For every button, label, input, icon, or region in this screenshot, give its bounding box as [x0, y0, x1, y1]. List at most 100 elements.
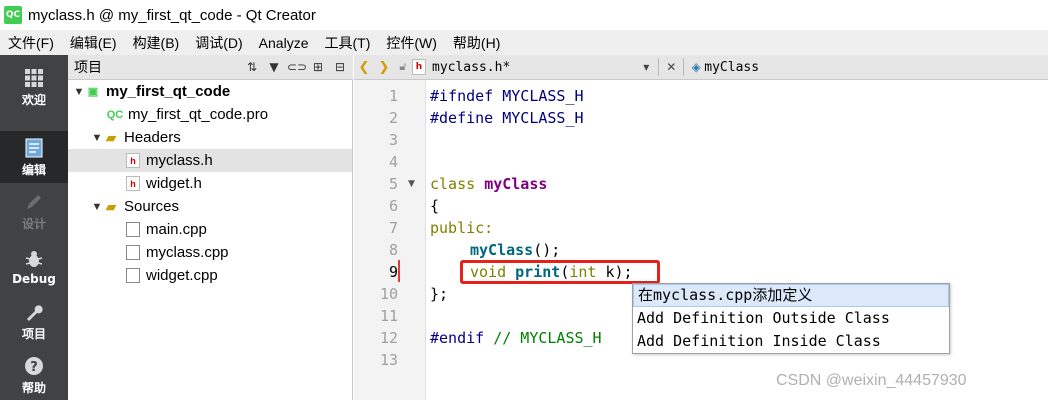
code-line-7: public:: [430, 219, 494, 237]
code-line-2: #define MYCLASS_H: [430, 107, 584, 129]
editor-toolbar: ❮ ❯ 🔓︎ h myclass.h* ▾ ✕ ◈ myClass: [354, 55, 1048, 80]
menu-file[interactable]: 文件(F): [0, 33, 62, 53]
tree-item-label: Headers: [124, 129, 181, 146]
menu-bar: 文件(F) 编辑(E) 构建(B) 调试(D) Analyze 工具(T) 控件…: [0, 30, 1048, 55]
mode-projects[interactable]: 项目: [0, 295, 68, 347]
tree-item-label: myclass.h: [146, 152, 213, 169]
mode-label: 欢迎: [21, 92, 46, 107]
cpp-file-icon: [126, 268, 140, 283]
pencil-icon: [23, 191, 45, 213]
expand-arrow-icon[interactable]: ▼: [90, 201, 104, 213]
edit-doc-icon: [23, 137, 45, 159]
tree-item-label: widget.cpp: [146, 267, 218, 284]
line-number: 5: [388, 175, 398, 193]
line-number-current: 9: [388, 263, 398, 281]
line-number: 13: [379, 351, 398, 369]
tree-item-myclass-cpp[interactable]: myclass.cpp: [126, 241, 346, 264]
tree-item-label: my_first_qt_code.pro: [128, 106, 269, 123]
code-line-8: myClass();: [470, 239, 560, 261]
tree-item-label: main.cpp: [146, 221, 207, 238]
mode-label: 帮助: [21, 380, 46, 395]
modified-line-marker: [398, 260, 400, 282]
expand-arrow-icon[interactable]: ▼: [90, 132, 104, 144]
close-pane-icon[interactable]: ⊟: [331, 60, 349, 74]
code-token: MYCLASS_H: [493, 109, 584, 127]
fold-arrow-icon[interactable]: ▼: [408, 173, 415, 195]
tree-item-widget-cpp[interactable]: widget.cpp: [126, 264, 346, 287]
mode-welcome[interactable]: 欢迎: [0, 61, 68, 113]
tree-item-label: myclass.cpp: [146, 244, 229, 261]
wrench-icon: [23, 301, 45, 323]
mode-design[interactable]: 设计: [0, 185, 68, 237]
folder-icon: ▰: [106, 129, 116, 145]
annotation-highlight-box: [460, 260, 660, 284]
back-arrow-icon[interactable]: ❮: [354, 60, 374, 75]
folder-icon: ▰: [106, 198, 116, 214]
symbol-selector[interactable]: myClass: [704, 60, 759, 75]
line-number: 4: [388, 153, 398, 171]
tree-item-widget-h[interactable]: h widget.h: [126, 172, 346, 195]
tree-item-myclass-h[interactable]: h myclass.h: [68, 149, 352, 172]
menu-analyze[interactable]: Analyze: [251, 35, 317, 51]
line-number: 12: [379, 329, 398, 347]
toolbar-separator: [683, 58, 685, 76]
line-number: 3: [388, 131, 398, 149]
cpp-file-icon: [126, 245, 140, 260]
filter-icon[interactable]: ▼: [265, 60, 283, 74]
mode-label: 设计: [21, 216, 46, 231]
menu-item-add-definition-outside-class[interactable]: Add Definition Outside Class: [633, 307, 949, 330]
code-line-5: class myClass: [430, 173, 547, 195]
project-icon: ▣: [87, 86, 99, 98]
menu-edit[interactable]: 编辑(E): [62, 33, 125, 53]
tree-item-project[interactable]: ▼ ▣ my_first_qt_code: [72, 80, 352, 103]
code-token: // MYCLASS_H: [484, 329, 602, 347]
menu-help[interactable]: 帮助(H): [445, 33, 508, 53]
code-token: #endif: [430, 329, 485, 347]
project-pane-title[interactable]: 项目: [74, 57, 102, 77]
line-number: 7: [388, 219, 398, 237]
project-pane-toolbar: 项目 ⇅ ▼ ⊂⊃ ⊞ ⊟: [68, 55, 353, 80]
pane-selector-icon[interactable]: ⇅: [243, 60, 261, 74]
mode-help[interactable]: ? 帮助: [0, 349, 68, 400]
menu-tools[interactable]: 工具(T): [316, 33, 378, 53]
code-token: MYCLASS_H: [493, 87, 584, 105]
menu-build[interactable]: 构建(B): [125, 33, 188, 53]
menu-debug[interactable]: 调试(D): [187, 33, 250, 53]
open-document-selector[interactable]: myclass.h*: [432, 60, 510, 75]
line-number: 6: [388, 197, 398, 215]
tree-item-main-cpp[interactable]: main.cpp: [126, 218, 346, 241]
menu-controls[interactable]: 控件(W): [378, 33, 445, 53]
mode-edit[interactable]: 编辑: [0, 131, 68, 183]
grid-icon: [23, 67, 45, 89]
mode-label: 项目: [21, 326, 46, 341]
header-file-icon: h: [126, 176, 140, 191]
class-symbol-icon: ◈: [691, 60, 701, 74]
split-icon[interactable]: ⊞: [309, 60, 327, 74]
close-document-icon[interactable]: ✕: [663, 60, 679, 74]
line-number: 2: [388, 109, 398, 127]
code-token: class: [430, 175, 476, 193]
tree-item-sources[interactable]: ▼ ▰ Sources: [90, 195, 348, 218]
code-token: ();: [533, 241, 561, 259]
forward-arrow-icon[interactable]: ❯: [374, 60, 394, 75]
mode-label: 编辑: [21, 162, 46, 177]
code-token: #define: [430, 109, 494, 127]
menu-item-add-definition-inside-class[interactable]: Add Definition Inside Class: [633, 330, 949, 353]
window-title: myclass.h @ my_first_qt_code - Qt Creato…: [28, 6, 316, 24]
tree-item-headers[interactable]: ▼ ▰ Headers: [90, 126, 348, 149]
expand-arrow-icon[interactable]: ▼: [72, 86, 86, 98]
mode-debug[interactable]: Debug: [0, 241, 68, 293]
help-icon: ?: [23, 355, 45, 377]
link-icon[interactable]: ⊂⊃: [287, 60, 307, 74]
cpp-file-icon: [126, 222, 140, 237]
svg-text:?: ?: [30, 360, 38, 375]
watermark: CSDN @weixin_44457930: [776, 372, 967, 389]
tree-item-pro-file[interactable]: QC my_first_qt_code.pro: [107, 103, 348, 126]
header-file-icon: h: [126, 153, 140, 168]
document-dropdown-icon[interactable]: ▾: [638, 60, 654, 74]
code-token: myClass: [484, 175, 548, 193]
tree-item-label: my_first_qt_code: [106, 83, 231, 100]
menu-item-add-definition-in-cpp[interactable]: 在myclass.cpp添加定义: [633, 284, 949, 307]
line-number: 8: [388, 241, 398, 259]
line-number: 10: [379, 285, 398, 303]
